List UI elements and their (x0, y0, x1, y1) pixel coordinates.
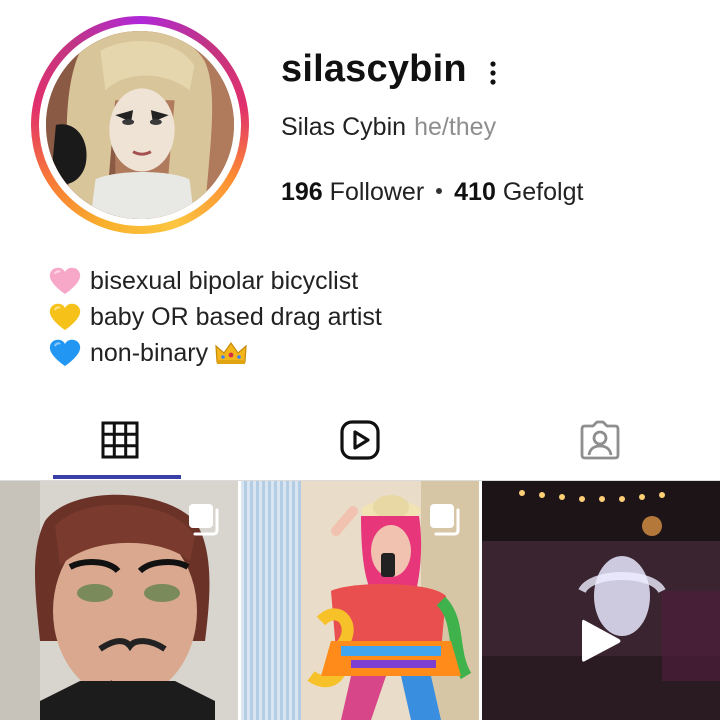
blue-heart-icon (49, 339, 81, 366)
more-vertical-icon (490, 61, 496, 85)
tab-tagged[interactable] (480, 400, 720, 480)
following-count: 410 (454, 178, 496, 206)
post-image (482, 481, 720, 720)
post-thumbnail[interactable] (241, 481, 479, 720)
full-name-row: Silas Cybin he/they (281, 113, 496, 142)
following-label: Gefolgt (502, 178, 584, 206)
bio: bisexual bipolar bicyclist baby OR based… (48, 263, 382, 371)
bio-line: baby OR based drag artist (48, 299, 382, 335)
bio-line: bisexual bipolar bicyclist (48, 263, 382, 299)
followers-label: Follower (329, 178, 425, 206)
post-thumbnail[interactable] (0, 481, 238, 720)
pink-heart-icon (49, 267, 81, 294)
play-icon (582, 619, 621, 662)
tab-selected-indicator (53, 475, 181, 479)
more-options-button[interactable] (478, 56, 508, 90)
bio-text: non-binary (90, 339, 209, 367)
avatar[interactable] (46, 31, 234, 219)
full-name: Silas Cybin (281, 113, 407, 141)
bio-text: bisexual bipolar bicyclist (90, 267, 359, 295)
grid-icon (101, 421, 139, 459)
profile-tabs (0, 400, 720, 481)
bio-line: non-binary (48, 335, 382, 371)
avatar-frame (39, 24, 241, 226)
followers-count: 196 (281, 178, 323, 206)
post-thumbnail[interactable] (482, 481, 720, 720)
multiple-photos-icon (430, 504, 460, 536)
stats-row: 196 Follower 410 Gefolgt (281, 178, 583, 207)
crown-icon (215, 341, 247, 364)
separator-dot (436, 188, 443, 195)
bio-text: baby OR based drag artist (90, 303, 382, 331)
multiple-photos-icon (189, 504, 219, 536)
tab-reels[interactable] (240, 400, 480, 480)
tagged-person-icon (580, 420, 620, 460)
yellow-heart-icon (49, 303, 81, 330)
story-ring[interactable] (31, 16, 249, 234)
following-link[interactable]: 410 Gefolgt (454, 178, 583, 206)
followers-link[interactable]: 196 Follower (281, 178, 424, 206)
posts-grid (0, 481, 720, 720)
tab-posts[interactable] (0, 400, 240, 480)
reels-icon (340, 420, 380, 460)
username: silascybin (281, 48, 467, 90)
pronouns: he/they (414, 113, 497, 141)
